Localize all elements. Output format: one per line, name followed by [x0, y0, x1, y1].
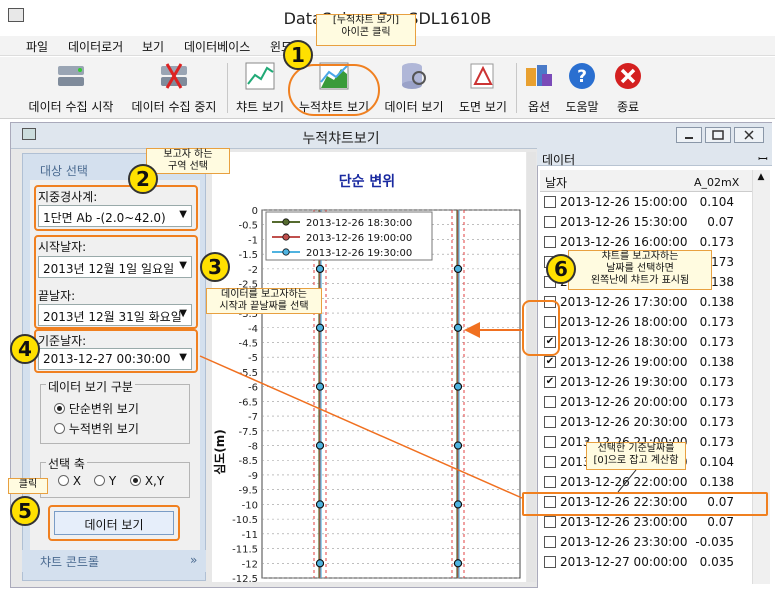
- annotation-arrows: [199, 322, 637, 499]
- arrow-7: [617, 469, 637, 493]
- arrow-4: [199, 355, 523, 499]
